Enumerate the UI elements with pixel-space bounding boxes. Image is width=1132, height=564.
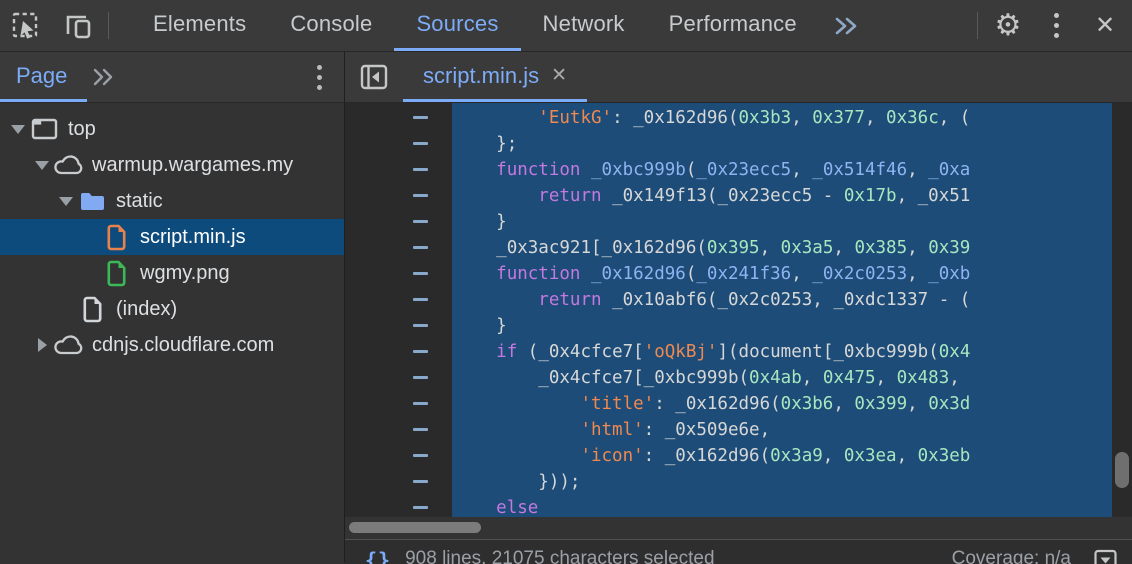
file-tree: top warmup.wargames.my static script.min… [0,103,344,363]
toolbar-right-group: ⚙ ✕ [973,0,1132,51]
navigator-menu-icon[interactable] [295,52,344,102]
code-line: if (_0x4cfce7['oQkBj'](document[_0xbc999… [496,342,971,362]
file-icon [76,295,108,324]
settings-gear-icon[interactable]: ⚙ [982,0,1034,51]
tab-elements[interactable]: Elements [131,0,268,51]
chevron-collapsed-icon[interactable] [32,338,52,352]
chevron-expanded-icon[interactable] [56,196,76,206]
horizontal-scrollbar[interactable] [345,517,1132,539]
tree-item-top[interactable]: top [0,111,344,147]
close-devtools-icon[interactable]: ✕ [1078,0,1132,51]
code-line: function _0xbc999b(_0x23ecc5, _0x514f46,… [496,160,971,180]
line-marker[interactable] [345,183,452,209]
tab-console[interactable]: Console [268,0,394,51]
cloud-icon [52,154,84,176]
line-marker[interactable] [345,131,452,157]
code-line: 'html': _0x509e6e, [580,420,771,440]
code-line: 'icon': _0x162d96(0x3a9, 0x3ea, 0x3eb [580,446,971,466]
tab-title: script.min.js [423,62,540,88]
expand-drawer-icon[interactable] [1093,548,1118,564]
line-marker[interactable] [345,235,452,261]
code-line: }; [496,134,518,154]
code-line: } [496,212,507,232]
line-marker[interactable] [345,469,452,495]
vertical-scrollbar-thumb[interactable] [1115,452,1129,488]
inspect-element-icon[interactable] [0,0,52,51]
line-marker[interactable] [345,287,452,313]
tree-item-script-min-js[interactable]: script.min.js [0,219,344,255]
tree-item-wgmy-png[interactable]: wgmy.png [0,255,344,291]
code-content[interactable]: 'EutkG': _0x162d96(0x3b3, 0x377, 0x36c, … [452,103,1112,517]
tree-item-label: cdnjs.cloudflare.com [92,333,275,356]
pretty-print-icon[interactable]: {} [365,548,391,564]
toolbar-divider [108,12,109,39]
tree-item-label: script.min.js [140,225,246,248]
toolbar-right-divider [977,12,978,39]
line-marker[interactable] [345,105,452,131]
editor-gutter [345,103,452,517]
tree-item-label: (index) [116,297,178,320]
folder-icon [76,190,108,212]
vertical-scrollbar[interactable] [1112,103,1132,517]
tree-item-warmup-wargames-my[interactable]: warmup.wargames.my [0,147,344,183]
devtools-menu-icon[interactable] [1034,0,1078,51]
code-line: })); [538,472,581,492]
tab-performance[interactable]: Performance [647,0,819,51]
tab-network[interactable]: Network [521,0,647,51]
panel-tabs: Elements Console Sources Network Performance [131,0,819,51]
editor-tabbar: script.min.js ✕ [345,52,1132,103]
navigator-more-tabs-icon[interactable] [87,52,121,102]
tree-item-static[interactable]: static [0,183,344,219]
tree-item--index-[interactable]: (index) [0,291,344,327]
code-line: 'title': _0x162d96(0x3b6, 0x399, 0x3d [580,394,971,414]
file-summary-text: 908 lines, 21075 characters selected [405,548,715,564]
editor-pane: script.min.js ✕ 'EutkG': _0x162d96(0x3b3… [345,52,1132,564]
tree-item-label: static [116,189,163,212]
line-marker[interactable] [345,261,452,287]
tab-script-min-js[interactable]: script.min.js ✕ [403,52,588,102]
device-toolbar-icon[interactable] [52,0,104,51]
code-line: _0x4cfce7[_0xbc999b(0x4ab, 0x475, 0x483, [538,368,960,388]
code-line: _0x3ac921[_0x162d96(0x395, 0x3a5, 0x385,… [496,238,971,258]
code-line: function _0x162d96(_0x241f36, _0x2c0253,… [496,264,971,284]
more-panels-icon[interactable] [819,0,875,51]
main-toolbar: Elements Console Sources Network Performance… [0,0,1132,52]
code-line: else [496,498,539,517]
line-marker[interactable] [345,417,452,443]
tree-item-label: warmup.wargames.my [92,153,294,176]
code-line: return _0x10abf6(_0x2c0253, _0xdc1337 - … [538,290,971,310]
navigator-header: Page [0,52,344,103]
tree-item-label: top [68,117,96,140]
tab-sources[interactable]: Sources [394,0,521,51]
horizontal-scrollbar-thumb[interactable] [349,522,481,533]
line-marker[interactable] [345,391,452,417]
editor-statusbar: {} 908 lines, 21075 characters selected … [345,539,1132,564]
devtools-window: Elements Console Sources Network Performance… [0,0,1132,564]
chevron-expanded-icon[interactable] [32,160,52,170]
coverage-text: Coverage: n/a [951,548,1071,564]
line-marker[interactable] [345,443,452,469]
code-line: return _0x149f13(_0x23ecc5 - 0x17b, _0x5… [538,186,971,206]
line-marker[interactable] [345,365,452,391]
frame-icon [28,118,60,140]
code-editor[interactable]: 'EutkG': _0x162d96(0x3b3, 0x377, 0x36c, … [345,103,1132,517]
line-marker[interactable] [345,209,452,235]
line-marker[interactable] [345,339,452,365]
file-icon [100,223,132,252]
cloud-icon [52,334,84,356]
tree-item-cdnjs-cloudflare-com[interactable]: cdnjs.cloudflare.com [0,327,344,363]
line-marker[interactable] [345,495,452,517]
code-line: } [496,316,507,336]
tab-close-icon[interactable]: ✕ [551,64,567,87]
tree-item-label: wgmy.png [140,261,230,284]
tab-page[interactable]: Page [0,52,88,102]
navigator-sidebar: Page top warmup.wargames.my static scrip… [0,52,345,563]
line-marker[interactable] [345,313,452,339]
line-marker[interactable] [345,157,452,183]
toggle-navigator-icon[interactable] [345,52,403,102]
file-icon [100,259,132,288]
code-line: 'EutkG': _0x162d96(0x3b3, 0x377, 0x36c, … [538,108,971,128]
chevron-expanded-icon[interactable] [8,124,28,134]
